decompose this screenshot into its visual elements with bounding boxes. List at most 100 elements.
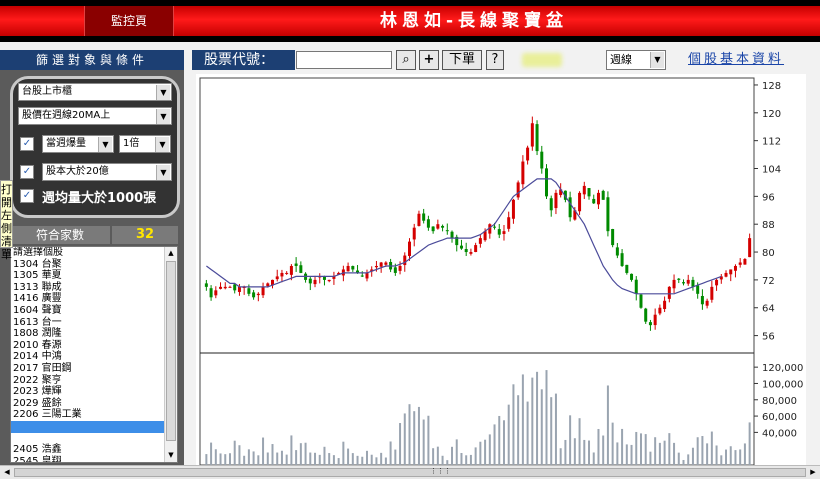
volume-bar xyxy=(465,455,468,465)
volume-select[interactable]: 當週爆量 ▼ xyxy=(42,135,114,153)
left-panel: 台股上市櫃 ▼ 股價在週線20MA上 ▼ ✓ 當週爆量 ▼ 1倍 ▼ ✓ 股本大於20億… xyxy=(0,70,184,465)
candle-body xyxy=(634,279,638,294)
order-button[interactable]: 下單 xyxy=(442,50,482,70)
volume-bar xyxy=(295,450,298,465)
volume-bar xyxy=(696,437,699,465)
candle-body xyxy=(540,151,544,169)
candle-body xyxy=(658,307,662,314)
candle-body xyxy=(516,182,520,198)
scroll-right-icon[interactable]: ▶ xyxy=(807,466,819,479)
candle-body xyxy=(493,226,497,228)
capital-checkbox[interactable]: ✓ xyxy=(20,165,34,179)
scroll-up-icon[interactable]: ▲ xyxy=(165,247,177,260)
weekly-volume-label: 週均量大於1000張 xyxy=(42,191,157,206)
basic-info-link[interactable]: 個股基本資料 xyxy=(688,52,784,68)
candle-body xyxy=(653,314,657,326)
horizontal-scroll-thumb[interactable] xyxy=(14,468,806,477)
list-item[interactable]: 2014 中鴻 xyxy=(11,351,177,363)
volume-bar xyxy=(743,443,746,465)
list-item[interactable]: 1416 廣豐 xyxy=(11,293,177,305)
open-left-list-tab[interactable]: 打開左側清單 xyxy=(0,180,13,261)
candle-body xyxy=(696,285,700,294)
volume-bar xyxy=(644,434,647,465)
volume-bar xyxy=(592,452,595,465)
match-row: 符合家數 32 xyxy=(10,226,178,244)
candle-body xyxy=(209,288,213,298)
monitor-tab[interactable]: 監控頁 xyxy=(84,6,174,36)
help-button[interactable]: ? xyxy=(486,50,504,70)
list-item[interactable]: 2022 聚亨 xyxy=(11,375,177,387)
volume-bar xyxy=(351,453,354,465)
horizontal-scrollbar[interactable]: ◀ ⋮⋮⋮ ▶ xyxy=(0,465,820,479)
period-value: 週線 xyxy=(610,53,632,66)
scroll-left-icon[interactable]: ◀ xyxy=(1,466,13,479)
list-item[interactable]: 2017 官田鋼 xyxy=(11,363,177,375)
candle-body xyxy=(474,245,478,252)
volume-bar xyxy=(304,442,307,465)
volume-bar xyxy=(413,411,416,465)
list-item[interactable]: 1808 潤隆 xyxy=(11,328,177,340)
volume-bar xyxy=(748,422,751,465)
list-scrollbar[interactable]: ▲ ▼ xyxy=(164,247,177,462)
candle-body xyxy=(615,247,619,256)
candle-body xyxy=(266,283,270,287)
stock-list[interactable]: 請選擇個股 1304 台聚 1305 華夏 1313 聯成 1416 廣豐 1604 聲寶… xyxy=(10,246,178,463)
candle-body xyxy=(219,286,223,289)
ma-select-value: 股價在週線20MA上 xyxy=(22,110,111,121)
volume-bar xyxy=(399,423,402,465)
list-item[interactable]: 2010 春源 xyxy=(11,340,177,352)
multiple-select[interactable]: 1倍 ▼ xyxy=(119,135,171,153)
volume-bar xyxy=(427,415,430,465)
volume-bar xyxy=(455,439,458,465)
volume-bar xyxy=(224,454,227,465)
candle-body xyxy=(426,219,430,228)
volume-bar xyxy=(356,455,359,465)
candle-body xyxy=(379,262,383,267)
list-item[interactable]: 1313 聯成 xyxy=(11,282,177,294)
list-item[interactable]: 2029 盛餘 xyxy=(11,398,177,410)
volume-bar xyxy=(474,447,477,465)
scroll-down-icon[interactable]: ▼ xyxy=(165,449,177,462)
volume-bar xyxy=(578,418,581,465)
list-item[interactable] xyxy=(11,420,177,433)
list-item[interactable]: 1604 聲寶 xyxy=(11,305,177,317)
list-item[interactable]: 1613 台一 xyxy=(11,317,177,329)
chevron-down-icon: ▼ xyxy=(155,137,169,152)
list-item[interactable]: 1304 台聚 xyxy=(11,259,177,271)
stock-code-input[interactable] xyxy=(296,51,392,69)
list-item[interactable]: 請選擇個股 xyxy=(11,247,177,259)
volume-bar xyxy=(309,452,312,465)
capital-select[interactable]: 股本大於20億 ▼ xyxy=(42,163,172,181)
candle-body xyxy=(497,229,501,235)
volume-bar xyxy=(417,406,420,465)
list-item[interactable]: 2206 三陽工業 xyxy=(11,409,177,421)
list-item[interactable]: 2405 浩鑫 xyxy=(11,444,177,456)
volume-checkbox[interactable]: ✓ xyxy=(20,137,34,151)
candle-body xyxy=(667,286,671,299)
list-item[interactable]: 1305 華夏 xyxy=(11,270,177,282)
candle-body xyxy=(233,284,237,291)
multiple-select-value: 1倍 xyxy=(123,138,140,149)
volume-bar xyxy=(573,438,576,465)
volume-bar xyxy=(720,455,723,465)
list-scroll-thumb[interactable] xyxy=(166,261,176,441)
candle-body xyxy=(582,185,586,195)
candle-body xyxy=(398,265,402,271)
market-select[interactable]: 台股上市櫃 ▼ xyxy=(18,83,172,101)
chevron-down-icon: ▼ xyxy=(156,109,170,124)
candle-body xyxy=(289,265,293,275)
add-button[interactable]: + xyxy=(419,50,439,70)
volume-bar xyxy=(276,452,279,465)
list-item[interactable]: 2545 皇翔 xyxy=(11,456,177,462)
list-item[interactable]: 2023 燁輝 xyxy=(11,386,177,398)
candle-body xyxy=(596,192,600,205)
period-select[interactable]: 週線 ▼ xyxy=(606,50,666,70)
volume-bar xyxy=(621,428,624,465)
app-title: 林恩如-長線聚寶盆 xyxy=(380,11,569,31)
search-button[interactable]: ⌕ xyxy=(396,50,416,70)
list-item[interactable] xyxy=(11,433,177,445)
candle-body xyxy=(606,197,610,232)
weekly-volume-checkbox[interactable]: ✓ xyxy=(20,189,34,203)
volume-bar xyxy=(521,374,524,465)
ma-select[interactable]: 股價在週線20MA上 ▼ xyxy=(18,107,172,125)
